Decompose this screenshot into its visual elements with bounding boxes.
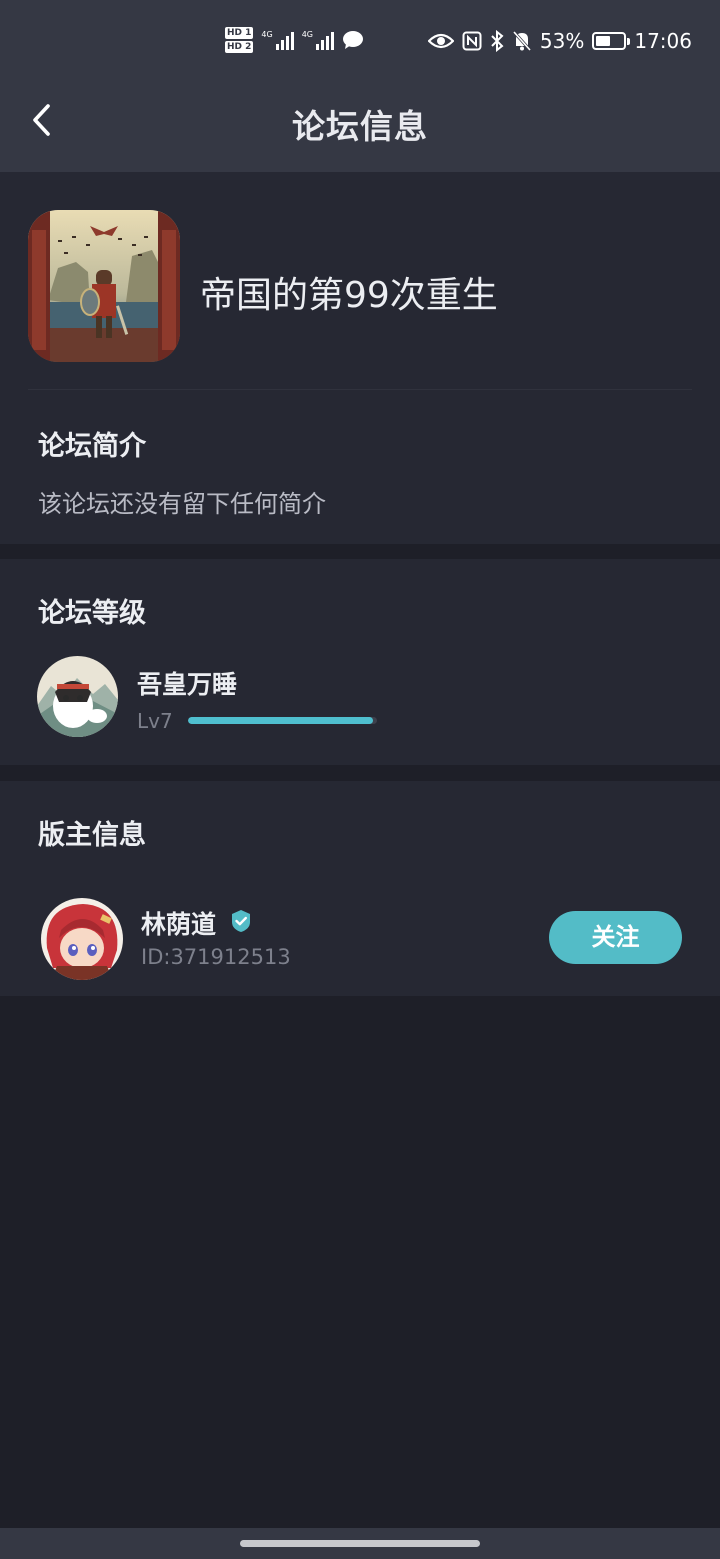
intro-text: 该论坛还没有留下任何简介	[38, 490, 326, 518]
owner-avatar[interactable]	[41, 898, 123, 980]
signal-1-icon: 4G	[261, 30, 294, 50]
battery-icon	[592, 32, 631, 50]
gesture-bar	[0, 1528, 720, 1559]
owner-id: ID:371912513	[141, 945, 291, 969]
forum-cover-image[interactable]	[28, 210, 180, 362]
bell-muted-icon	[512, 31, 532, 51]
user-name: 吾皇万睡	[137, 670, 238, 699]
level-badge: Lv7	[137, 709, 173, 733]
page-title: 论坛信息	[292, 107, 428, 146]
follow-button[interactable]: 关注	[549, 911, 682, 964]
bluetooth-icon	[491, 30, 504, 52]
level-progress-fill	[188, 717, 374, 724]
battery-percent: 53%	[539, 29, 585, 53]
level-section-title: 论坛等级	[38, 598, 146, 629]
battery-level-fill	[596, 36, 611, 46]
nfc-icon	[462, 31, 482, 51]
owner-info-card: 版主信息 林荫道 ID:371912513 关注	[0, 781, 720, 996]
network-1-type: 4G	[261, 30, 273, 39]
sim1-hd-badge: HD 1	[225, 27, 254, 39]
clock: 17:06	[634, 29, 692, 53]
verified-badge-icon	[232, 910, 250, 932]
owner-section-title: 版主信息	[38, 820, 146, 851]
status-bar: HD 1 HD 2 4G 4G 53% 17:06	[0, 0, 720, 82]
home-indicator[interactable]	[240, 1540, 480, 1547]
eye-comfort-icon	[427, 33, 454, 49]
divider	[28, 389, 692, 390]
signal-2-icon: 4G	[302, 30, 334, 50]
level-progress-bar	[188, 717, 377, 724]
forum-level-card: 论坛等级 吾皇万睡 Lv7	[0, 559, 720, 765]
intro-section-title: 论坛简介	[38, 431, 146, 462]
forum-name: 帝国的第99次重生	[200, 275, 498, 316]
user-avatar[interactable]	[37, 656, 118, 737]
nav-header: 论坛信息	[0, 82, 720, 172]
message-bubble-icon	[343, 31, 363, 49]
sim-indicators: HD 1 HD 2	[225, 27, 254, 53]
forum-info-card: 帝国的第99次重生 论坛简介 该论坛还没有留下任何简介	[0, 172, 720, 544]
status-left-icons: HD 1 HD 2 4G 4G	[225, 22, 364, 58]
status-right-icons: 53% 17:06	[427, 26, 692, 56]
sim2-hd-badge: HD 2	[225, 41, 254, 53]
owner-name: 林荫道	[141, 910, 217, 939]
network-2-type: 4G	[301, 30, 313, 39]
